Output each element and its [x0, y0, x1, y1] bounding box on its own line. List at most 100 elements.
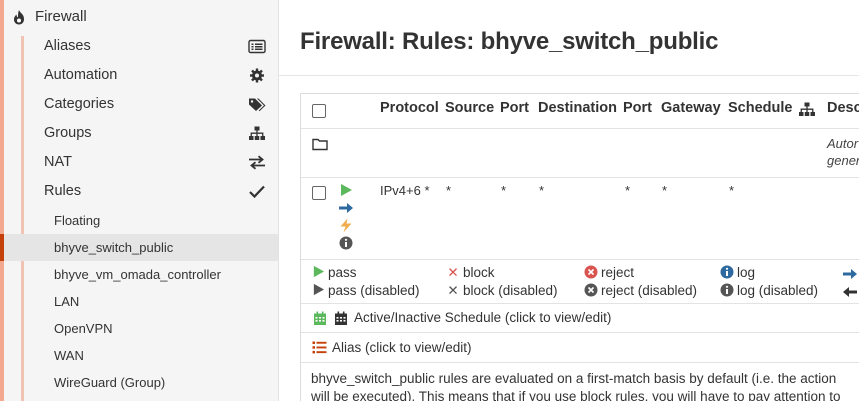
legend-reject-disabled: reject (disabled) — [584, 283, 697, 298]
column-header-destination-port[interactable]: Port — [623, 100, 652, 116]
direction-out-icon — [842, 286, 858, 298]
legend-reject: reject — [584, 265, 634, 280]
sidebar-subitem-label: bhyve_vm_omada_controller — [54, 267, 221, 282]
sidebar-item-label: Aliases — [44, 38, 91, 54]
sidebar: Firewall Aliases Automation Categories G… — [0, 0, 279, 401]
sidebar-item-label: Groups — [44, 125, 92, 141]
legend-log-disabled-label: log (disabled) — [737, 283, 819, 298]
direction-in-icon — [338, 201, 354, 215]
page-title: Firewall: Rules: bhyve_switch_public — [300, 28, 719, 55]
sidebar-item-label: NAT — [44, 154, 72, 170]
table-header-row: Protocol Source Port Destination Port Ga… — [301, 94, 859, 129]
legend-reject-label: reject — [601, 265, 635, 280]
legend-row: pass pass (disabled) ✕ block ✕ block (disa… — [301, 260, 859, 304]
block-icon: ✕ — [447, 265, 459, 280]
legend-log-label: log — [737, 265, 756, 280]
sidebar-subitem-floating[interactable]: Floating — [0, 207, 278, 234]
legend-block: ✕ block — [446, 265, 495, 281]
sitemap-icon — [248, 126, 266, 141]
sidebar-section-firewall[interactable]: Firewall — [0, 0, 278, 36]
tags-icon — [248, 97, 266, 112]
direction-in-icon — [842, 268, 858, 280]
sidebar-item-label: Rules — [44, 183, 82, 199]
quick-flash-icon — [339, 218, 353, 233]
legend-block-disabled: ✕ block (disabled) — [446, 283, 558, 299]
sidebar-subitem-bhyve-vm-omada-controller[interactable]: bhyve_vm_omada_controller — [0, 261, 278, 288]
legend-block-label: block — [463, 265, 495, 280]
alias-legend-label: Alias (click to view/edit) — [332, 340, 472, 355]
sidebar-item-automation[interactable]: Automation — [0, 61, 278, 90]
rule-protocol: IPv4+6 * — [380, 183, 430, 198]
legend-reject-disabled-label: reject (disabled) — [601, 283, 698, 298]
sidebar-subitem-wan[interactable]: WAN — [0, 342, 278, 369]
column-header-description[interactable]: Descr — [827, 100, 859, 116]
gear-icon — [248, 68, 266, 83]
info-icon[interactable] — [339, 236, 353, 250]
sidebar-item-categories[interactable]: Categories — [0, 90, 278, 119]
automatic-rules-description-line2: gener — [827, 153, 859, 168]
automatic-rules-description-line1: Autor — [827, 136, 859, 151]
sidebar-item-label: Categories — [44, 96, 115, 112]
select-all-checkbox[interactable] — [312, 104, 326, 118]
sidebar-subitem-lan[interactable]: LAN — [0, 288, 278, 315]
sidebar-subitem-wireguard-group[interactable]: WireGuard (Group) — [0, 369, 278, 396]
list-icon — [248, 39, 266, 54]
sidebar-subitem-label: LAN — [54, 294, 80, 309]
sidebar-item-nat[interactable]: NAT — [0, 148, 278, 177]
list-icon — [312, 341, 327, 354]
sidebar-subitem-bhyve-switch-public[interactable]: bhyve_switch_public — [0, 234, 278, 261]
rule-destination: * — [539, 183, 545, 198]
legend-pass-label: pass — [328, 265, 357, 280]
schedule-legend-label: Active/Inactive Schedule (click to view/… — [354, 310, 612, 325]
log-icon — [720, 265, 734, 280]
pass-disabled-icon — [311, 283, 325, 298]
column-header-source-port[interactable]: Port — [500, 100, 529, 116]
sitemap-icon — [798, 102, 816, 117]
legend-log-disabled: log (disabled) — [720, 283, 818, 298]
alias-legend-row: Alias (click to view/edit) — [301, 333, 859, 363]
sidebar-subitem-label: bhyve_switch_public — [54, 240, 174, 255]
calendar-active-icon — [313, 311, 327, 326]
column-header-gateway[interactable]: Gateway — [661, 100, 721, 116]
fire-icon — [12, 9, 26, 25]
sidebar-section-label: Firewall — [35, 8, 87, 25]
rules-info-text-line1: bhyve_switch_public rules are evaluated … — [311, 371, 837, 386]
rules-table: Protocol Source Port Destination Port Ga… — [300, 93, 859, 401]
sidebar-item-label: Automation — [44, 67, 118, 83]
column-header-destination[interactable]: Destination — [538, 100, 617, 116]
legend-log: log — [720, 265, 755, 280]
table-row[interactable]: IPv4+6 * * * * * * * — [301, 178, 859, 260]
sidebar-item-rules[interactable]: Rules — [0, 177, 278, 206]
pass-icon[interactable] — [339, 183, 353, 197]
folder-icon[interactable] — [312, 137, 328, 151]
sidebar-subitem-label: WireGuard (Group) — [54, 375, 166, 390]
pass-icon — [311, 265, 325, 280]
sidebar-item-groups[interactable]: Groups — [0, 119, 278, 148]
legend-block-disabled-label: block (disabled) — [463, 283, 558, 298]
legend-pass: pass — [311, 265, 357, 280]
title-bar: Firewall: Rules: bhyve_switch_public — [279, 0, 859, 76]
sidebar-subitem-openvpn[interactable]: OpenVPN — [0, 315, 278, 342]
block-disabled-icon: ✕ — [447, 283, 459, 298]
rule-checkbox[interactable] — [312, 186, 326, 200]
calendar-inactive-icon — [334, 311, 348, 326]
check-icon — [248, 184, 266, 199]
legend-pass-disabled: pass (disabled) — [311, 283, 420, 298]
rule-schedule: * — [729, 183, 735, 198]
column-header-protocol[interactable]: Protocol — [380, 100, 439, 116]
sidebar-item-aliases[interactable]: Aliases — [0, 32, 278, 61]
sidebar-subitem-label: OpenVPN — [54, 321, 113, 336]
rule-source-port: * — [501, 183, 507, 198]
rules-info-text-line2: will be executed). This means that if yo… — [311, 389, 841, 401]
exchange-icon — [248, 155, 266, 170]
column-header-schedule[interactable]: Schedule — [728, 100, 792, 116]
automatic-rules-row[interactable]: Autor gener — [301, 129, 859, 178]
rule-destination-port: * — [625, 183, 631, 198]
schedule-legend-row: Active/Inactive Schedule (click to view/… — [301, 304, 859, 333]
rule-gateway: * — [662, 183, 668, 198]
sidebar-subitem-label: Floating — [54, 213, 101, 228]
legend-pass-disabled-label: pass (disabled) — [328, 283, 420, 298]
column-header-source[interactable]: Source — [445, 100, 494, 116]
log-disabled-icon — [720, 283, 734, 298]
reject-disabled-icon — [584, 283, 598, 298]
